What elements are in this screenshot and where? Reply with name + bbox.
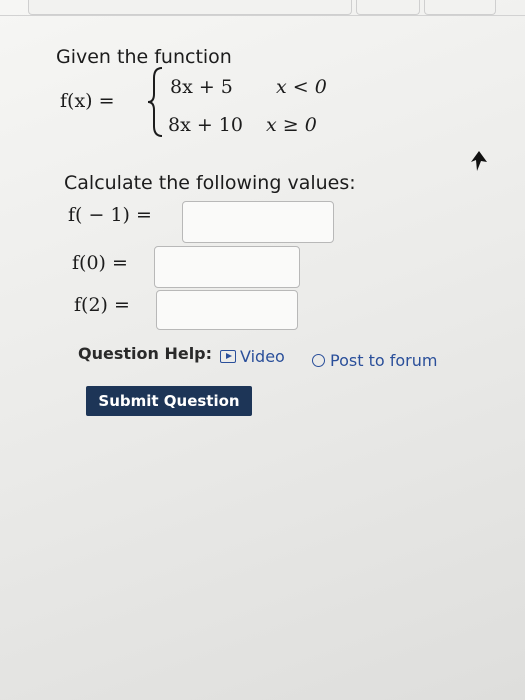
mouse-pointer-icon xyxy=(471,151,487,171)
forum-link-label: Post to forum xyxy=(330,351,438,370)
case-expression: 8x + 5 xyxy=(170,76,233,98)
top-tab[interactable] xyxy=(28,0,352,15)
question-label: f(2) = xyxy=(74,294,130,316)
top-tab[interactable] xyxy=(424,0,496,15)
speech-bubble-icon xyxy=(312,354,325,367)
divider xyxy=(0,15,525,16)
case-condition: x < 0 xyxy=(276,76,327,98)
video-link[interactable]: Video xyxy=(220,347,285,366)
top-tab-strip xyxy=(0,0,525,22)
piecewise-brace xyxy=(147,67,163,137)
answer-input[interactable] xyxy=(154,246,300,288)
video-link-label: Video xyxy=(240,347,285,366)
submit-question-button[interactable]: Submit Question xyxy=(86,386,252,416)
intro-text: Given the function xyxy=(56,46,232,68)
instructions-text: Calculate the following values: xyxy=(64,172,356,194)
case-expression: 8x + 10 xyxy=(168,114,243,136)
top-tab[interactable] xyxy=(356,0,420,15)
answer-input[interactable] xyxy=(182,201,334,243)
answer-input[interactable] xyxy=(156,290,298,330)
case-condition: x ≥ 0 xyxy=(266,114,317,136)
question-help-label: Question Help: xyxy=(78,344,213,363)
question-label: f(0) = xyxy=(72,252,128,274)
post-to-forum-link[interactable]: Post to forum xyxy=(312,351,437,370)
video-play-icon xyxy=(220,350,236,363)
function-label: f(x) = xyxy=(60,90,115,112)
question-label: f( − 1) = xyxy=(68,204,152,226)
